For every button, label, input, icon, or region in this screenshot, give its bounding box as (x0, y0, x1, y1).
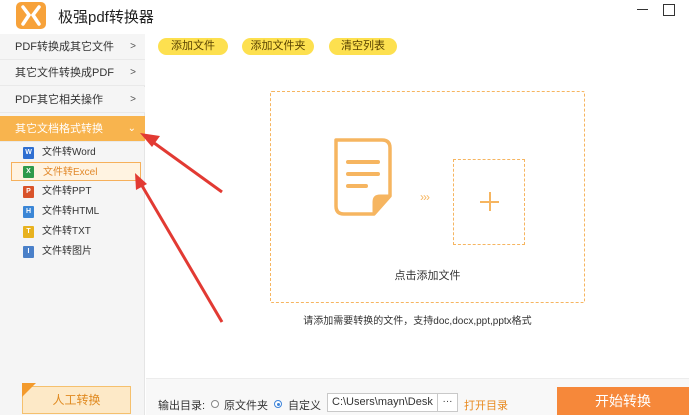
chevron-right-icon: > (130, 94, 136, 105)
sub-item-label: 文件转PPT (42, 186, 92, 197)
radio-original-folder[interactable] (211, 400, 219, 408)
start-convert-button[interactable]: 开始转换 (557, 387, 689, 415)
sub-item-to-image[interactable]: I 文件转图片 (11, 242, 141, 261)
sidebar-item-pdf-other-ops[interactable]: PDF其它相关操作 > (0, 87, 145, 113)
output-path-field[interactable]: C:\Users\mayn\Desk (327, 393, 441, 412)
title-bar: 极强pdf转换器 (0, 0, 689, 34)
radio-original-label: 原文件夹 (224, 400, 268, 412)
sidebar: PDF转换成其它文件 > 其它文件转换成PDF > PDF其它相关操作 > 其它… (0, 34, 145, 415)
radio-custom-folder[interactable] (274, 400, 282, 408)
image-file-icon: I (23, 246, 34, 258)
output-dir-label: 输出目录: (158, 400, 206, 412)
sub-item-label: 文件转HTML (42, 206, 100, 217)
sidebar-item-label: PDF其它相关操作 (15, 94, 103, 106)
sidebar-item-label: PDF转换成其它文件 (15, 41, 114, 53)
file-dropzone[interactable]: ››› 点击添加文件 (270, 91, 585, 303)
ppt-file-icon: P (23, 186, 34, 198)
word-file-icon: W (23, 147, 34, 159)
maximize-button[interactable] (660, 2, 678, 18)
sub-item-to-ppt[interactable]: P 文件转PPT (11, 182, 141, 201)
chevron-right-icon: > (130, 67, 136, 78)
sub-item-label: 文件转TXT (42, 226, 91, 237)
arrows-right-icon: ››› (420, 190, 430, 204)
add-folder-button[interactable]: 添加文件夹 (242, 38, 314, 55)
add-file-button[interactable]: 添加文件 (158, 38, 228, 55)
chevron-right-icon: > (130, 41, 136, 52)
main-panel: 添加文件 添加文件夹 清空列表 ››› 点击添加文件 请添加需要转换的文件，支持… (146, 34, 689, 415)
dropzone-label: 点击添加文件 (394, 270, 461, 282)
output-bar: 输出目录: 原文件夹 自定义 C:\Users\mayn\Desk ··· 打开… (146, 378, 689, 415)
sub-item-to-excel[interactable]: X 文件转Excel (11, 162, 141, 181)
manual-convert-button[interactable]: 人工转换 (22, 386, 131, 414)
minimize-button[interactable] (634, 2, 652, 18)
sidebar-item-label: 其它文档格式转换 (15, 123, 103, 135)
sidebar-item-other-format-convert[interactable]: 其它文档格式转换 ⌄ (0, 116, 145, 142)
app-title: 极强pdf转换器 (58, 9, 154, 26)
sub-item-label: 文件转Excel (43, 167, 98, 178)
sidebar-item-pdf-to-other[interactable]: PDF转换成其它文件 > (0, 34, 145, 60)
sub-item-to-word[interactable]: W 文件转Word (11, 143, 141, 162)
sub-item-to-html[interactable]: H 文件转HTML (11, 202, 141, 221)
sidebar-item-other-to-pdf[interactable]: 其它文件转换成PDF > (0, 60, 145, 86)
open-directory-link[interactable]: 打开目录 (464, 397, 508, 413)
html-file-icon: H (23, 206, 34, 218)
excel-file-icon: X (23, 166, 34, 178)
document-icon (334, 138, 392, 216)
chevron-down-icon: ⌄ (127, 123, 136, 134)
supported-formats-hint: 请添加需要转换的文件，支持doc,docx,ppt,pptx格式 (303, 316, 532, 327)
browse-button[interactable]: ··· (437, 393, 458, 412)
sub-item-to-txt[interactable]: T 文件转TXT (11, 222, 141, 241)
txt-file-icon: T (23, 226, 34, 238)
sub-item-label: 文件转图片 (42, 246, 92, 257)
clear-list-button[interactable]: 清空列表 (329, 38, 397, 55)
sidebar-item-label: 其它文件转换成PDF (15, 67, 114, 79)
add-file-plus-button[interactable] (453, 159, 525, 245)
sub-item-label: 文件转Word (42, 147, 96, 158)
radio-custom-label: 自定义 (288, 400, 321, 412)
x-logo-icon (16, 2, 46, 29)
